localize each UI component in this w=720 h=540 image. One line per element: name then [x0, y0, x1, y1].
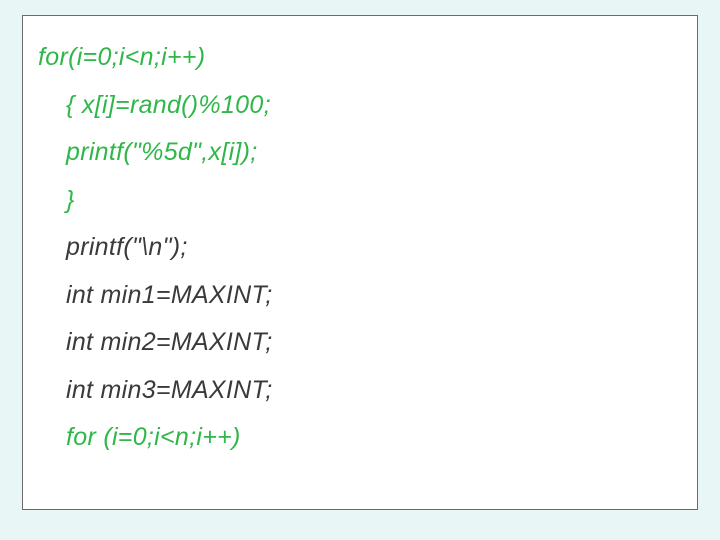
code-line-8: int min3=MAXINT;	[38, 367, 682, 415]
code-line-9: for (i=0;i<n;i++)	[38, 414, 682, 462]
code-line-6: int min1=MAXINT;	[38, 272, 682, 320]
code-line-3: printf("%5d",x[i]);	[38, 129, 682, 177]
code-container: for(i=0;i<n;i++) { x[i]=rand()%100; prin…	[22, 15, 698, 510]
code-line-5: printf("\n");	[38, 224, 682, 272]
code-line-7: int min2=MAXINT;	[38, 319, 682, 367]
code-line-4: }	[38, 177, 682, 225]
code-line-1: for(i=0;i<n;i++)	[38, 34, 682, 82]
code-line-2: { x[i]=rand()%100;	[38, 82, 682, 130]
